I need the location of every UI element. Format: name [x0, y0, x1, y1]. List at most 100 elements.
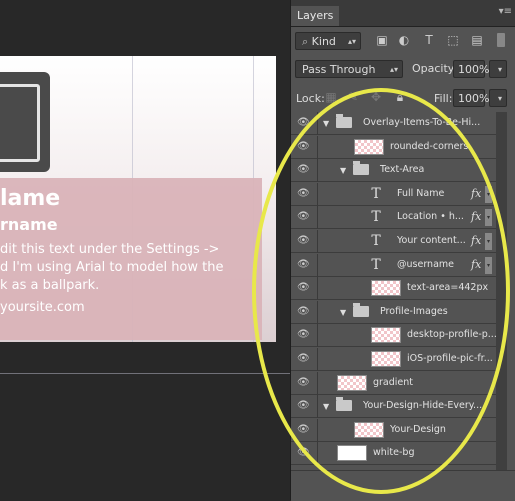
layer-row[interactable]: 👁︎ T Your content... fx ▾ — [291, 230, 496, 253]
blend-mode-select[interactable]: Pass Through ▴▾ — [295, 60, 403, 78]
shape-filter-icon[interactable]: ⬚ — [446, 33, 460, 47]
canvas-area[interactable]: lame rname dit this text under the Setti… — [0, 0, 290, 500]
eye-icon[interactable]: 👁︎ — [297, 330, 310, 340]
layers-panel: Layers ▾≡ ⌕ Kind ▴▾ ▣ ◐ T ⬚ ▤ Pass Throu… — [290, 0, 515, 501]
layer-name[interactable]: @username — [397, 259, 454, 270]
eye-icon[interactable]: 👁︎ — [297, 377, 310, 388]
eye-icon[interactable]: 👁︎ — [297, 448, 310, 458]
layer-row[interactable]: 👁︎ ▼ Text-Area — [291, 159, 496, 183]
panel-menu-icon[interactable]: ▾≡ — [499, 6, 512, 17]
layer-name[interactable]: Full Name — [397, 188, 444, 199]
expand-toggle-icon[interactable]: ▼ — [323, 119, 329, 128]
layer-row[interactable]: 👁︎ text-area=442px — [291, 277, 496, 301]
layer-name[interactable]: Your-Design — [390, 424, 446, 435]
layer-name[interactable]: gradient — [373, 377, 413, 388]
smart-object-filter-icon[interactable]: ▤ — [470, 33, 484, 47]
layer-row[interactable]: 👁︎ rounded-corners — [291, 135, 496, 159]
layer-row[interactable]: 👁︎ T Full Name fx ▾ — [291, 182, 496, 206]
row-separator — [317, 206, 318, 230]
layer-row[interactable]: 👁︎ white-bg — [291, 442, 496, 466]
text-layer-icon: T — [371, 209, 381, 226]
profile-picture-frame — [0, 84, 40, 162]
eye-icon[interactable]: 👁︎ — [297, 188, 310, 199]
layer-list-scrollbar[interactable] — [496, 112, 507, 470]
panel-bottom-bar — [291, 470, 515, 501]
filter-kind-label: Kind — [311, 35, 336, 48]
layer-name[interactable]: Your-Design-Hide-Every... — [363, 400, 482, 411]
layer-name[interactable]: Overlay-Items-To-Be-Hi... — [363, 117, 480, 128]
layer-row[interactable]: 👁︎ Your-Design — [291, 418, 496, 442]
pixel-filter-icon[interactable]: ▣ — [375, 33, 389, 47]
eye-icon[interactable]: 👁︎ — [297, 401, 310, 411]
lock-image-icon[interactable]: ✎ — [346, 90, 360, 104]
row-separator — [317, 230, 318, 253]
layer-name[interactable]: Location • h... — [397, 211, 464, 222]
layer-name[interactable]: white-bg — [373, 447, 415, 458]
layer-row[interactable]: 👁︎ T @username fx ▾ — [291, 253, 496, 277]
eye-icon[interactable]: 👁︎ — [297, 212, 310, 222]
eye-icon[interactable]: 👁︎ — [297, 283, 310, 293]
row-separator — [317, 182, 318, 206]
layer-row[interactable]: 👁︎ gradient — [291, 371, 496, 395]
layer-name[interactable]: Your content... — [397, 235, 466, 246]
layer-row[interactable]: 👁︎ desktop-profile-p... — [291, 324, 497, 348]
fill-dropdown[interactable]: ▾ — [489, 89, 507, 107]
effects-toggle-icon[interactable]: ▾ — [485, 185, 492, 203]
layer-row[interactable]: 👁︎ ▼ Profile-Images — [291, 300, 496, 324]
eye-icon[interactable]: 👁︎ — [297, 354, 310, 364]
chevron-down-icon: ▴▾ — [347, 37, 356, 46]
row-separator — [317, 159, 318, 183]
layer-name[interactable]: Text-Area — [380, 164, 424, 175]
eye-icon[interactable]: 👁︎ — [297, 118, 310, 128]
effects-toggle-icon[interactable]: ▾ — [485, 256, 492, 274]
layer-row[interactable]: 👁︎ ▼ Overlay-Items-To-Be-Hi... — [291, 112, 496, 135]
lock-transparent-icon[interactable]: ▦ — [324, 90, 338, 104]
eye-icon[interactable]: 👁︎ — [297, 424, 310, 435]
expand-toggle-icon[interactable]: ▼ — [340, 308, 346, 317]
layer-row[interactable]: 👁︎ T Location • h... fx ▾ — [291, 206, 496, 230]
row-separator — [317, 395, 318, 419]
fx-icon[interactable]: fx — [471, 187, 481, 200]
guide-line — [0, 373, 290, 374]
eye-icon[interactable]: 👁︎ — [297, 165, 310, 175]
opacity-label: Opacity: — [412, 62, 458, 75]
fx-icon[interactable]: fx — [471, 234, 481, 247]
eye-icon[interactable]: 👁︎ — [297, 306, 310, 317]
layer-thumbnail — [371, 351, 401, 367]
layer-name[interactable]: Profile-Images — [380, 306, 448, 317]
type-filter-icon[interactable]: T — [422, 33, 436, 47]
layer-name[interactable]: rounded-corners — [390, 141, 468, 152]
opacity-dropdown[interactable]: ▾ — [489, 60, 507, 78]
layer-row[interactable]: 👁︎ ▼ Your-Design-Hide-Every... — [291, 395, 496, 419]
fill-input[interactable]: 100% — [453, 89, 489, 107]
panel-tab-bar: Layers ▾≡ — [291, 0, 515, 27]
row-separator — [317, 418, 318, 442]
layer-name[interactable]: iOS-profile-pic-fr... — [407, 353, 493, 364]
row-separator — [317, 253, 318, 277]
layer-name[interactable]: desktop-profile-p... — [407, 329, 497, 340]
filter-kind-select[interactable]: ⌕ Kind ▴▾ — [295, 32, 361, 50]
lock-position-icon[interactable]: ✥ — [369, 90, 383, 104]
expand-toggle-icon[interactable]: ▼ — [323, 402, 329, 411]
chevron-down-icon: ▾ — [497, 65, 502, 74]
row-separator — [317, 277, 318, 301]
fx-icon[interactable]: fx — [471, 258, 481, 271]
eye-icon[interactable]: 👁︎ — [297, 259, 310, 270]
effects-toggle-icon[interactable]: ▾ — [485, 209, 492, 227]
eye-icon[interactable]: 👁︎ — [297, 141, 310, 152]
layer-name[interactable]: text-area=442px — [407, 282, 488, 293]
lock-all-icon[interactable]: 🔒︎ — [393, 90, 407, 104]
filter-toggle-icon[interactable] — [497, 33, 505, 47]
eye-icon[interactable]: 👁︎ — [297, 236, 310, 246]
effects-toggle-icon[interactable]: ▾ — [485, 233, 492, 250]
canvas-bio-line: k as a ballpark. — [0, 278, 100, 293]
fx-icon[interactable]: fx — [471, 210, 481, 223]
expand-toggle-icon[interactable]: ▼ — [340, 166, 346, 175]
tab-layers[interactable]: Layers — [291, 6, 340, 26]
layer-row[interactable]: 👁︎ iOS-profile-pic-fr... — [291, 348, 496, 371]
opacity-input[interactable]: 100% — [453, 60, 489, 78]
canvas-bio-line: d I'm using Arial to model how the — [0, 260, 224, 275]
layer-thumbnail — [337, 374, 367, 391]
adjustment-filter-icon[interactable]: ◐ — [397, 33, 411, 47]
folder-icon — [336, 397, 352, 412]
